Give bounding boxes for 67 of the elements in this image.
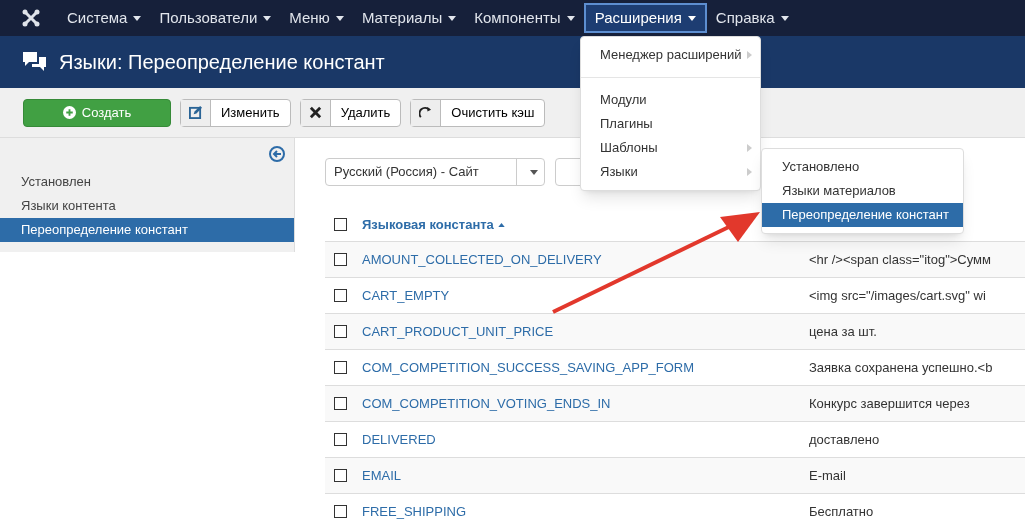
sidebar-item[interactable]: Установлен: [0, 170, 294, 194]
language-select[interactable]: Русский (Россия) - Сайт: [325, 158, 545, 186]
table-cell-text: Заявка сохранена успешно.<b: [809, 358, 993, 377]
table-cell-text: цена за шт.: [809, 322, 877, 341]
table-cell-text: Бесплатно: [809, 502, 874, 520]
row-checkbox[interactable]: [334, 469, 347, 482]
submenu-arrow-icon: [747, 168, 752, 176]
sidebar-item[interactable]: Языки контента: [0, 194, 294, 218]
caret-icon: [780, 15, 789, 21]
close-icon: [308, 106, 322, 119]
sort-up-icon: [497, 222, 505, 227]
caret-icon: [448, 15, 457, 21]
constant-link[interactable]: COM_COMPETITION_SUCCESS_SAVING_APP_FORM: [362, 357, 809, 378]
table-cell-text: <img src="/images/cart.svg" wi: [809, 286, 986, 305]
menu-item[interactable]: Языки: [581, 160, 760, 184]
refresh-icon: [419, 106, 433, 119]
toolbar-button[interactable]: Очистить кэш: [410, 98, 546, 127]
caret-icon: [133, 15, 142, 21]
caret-icon: [566, 15, 575, 21]
nav-menu-item[interactable]: Материалы: [352, 3, 466, 33]
toolbar-button[interactable]: Удалить: [299, 98, 402, 127]
nav-menu-item[interactable]: Справка: [706, 3, 798, 33]
page-title: Языки: Переопределение констант: [59, 50, 385, 75]
menu-item[interactable]: Плагины: [581, 112, 760, 136]
row-checkbox[interactable]: [334, 325, 347, 338]
menu-item[interactable]: Переопределение констант: [762, 203, 963, 227]
row-checkbox[interactable]: [334, 253, 347, 266]
nav-menu-item[interactable]: Система: [58, 3, 151, 33]
constant-link[interactable]: COM_COMPETITION_VOTING_ENDS_IN: [362, 393, 809, 414]
caret-icon: [335, 15, 344, 21]
caret-icon: [263, 15, 272, 21]
plus-circle-icon: [62, 106, 76, 119]
constant-link[interactable]: CART_EMPTY: [362, 285, 809, 306]
column-header[interactable]: Языковая константа: [362, 214, 494, 235]
nav-menu-item[interactable]: Меню: [280, 3, 353, 33]
nav-menu-item[interactable]: Пользователи: [150, 3, 281, 33]
nav-menu-item[interactable]: Компоненты: [465, 3, 584, 33]
caret-icon: [529, 169, 538, 175]
joomla-logo-icon: [22, 9, 40, 27]
constant-link[interactable]: AMOUNT_COLLECTED_ON_DELIVERY: [362, 249, 809, 270]
row-checkbox[interactable]: [334, 397, 347, 410]
menu-item[interactable]: Шаблоны: [581, 136, 760, 160]
menu-item[interactable]: Модули: [581, 88, 760, 112]
menu-item[interactable]: Языки материалов: [762, 179, 963, 203]
edit-icon: [189, 106, 202, 119]
submenu-arrow-icon: [747, 144, 752, 152]
row-checkbox[interactable]: [334, 289, 347, 302]
caret-icon: [687, 15, 696, 21]
table-cell-text: E-mail: [809, 466, 846, 485]
row-checkbox[interactable]: [334, 361, 347, 374]
chat-bubbles-icon: [22, 51, 47, 73]
row-checkbox[interactable]: [334, 433, 347, 446]
row-checkbox[interactable]: [334, 505, 347, 518]
nav-menu-item[interactable]: Расширения: [583, 3, 707, 33]
constant-link[interactable]: EMAIL: [362, 465, 809, 486]
constant-link[interactable]: DELIVERED: [362, 429, 809, 450]
menu-item[interactable]: Установлено: [762, 155, 963, 179]
submenu-arrow-icon: [747, 51, 752, 59]
menu-item[interactable]: Менеджер расширений: [581, 43, 760, 67]
sidebar-item[interactable]: Переопределение констант: [0, 218, 294, 242]
constant-link[interactable]: FREE_SHIPPING: [362, 501, 809, 520]
toolbar-button[interactable]: Изменить: [180, 98, 291, 127]
table-cell-text: доставлено: [809, 430, 880, 449]
table-cell-text: <hr /><span class="itog">Сумм: [809, 250, 991, 269]
constant-link[interactable]: CART_PRODUCT_UNIT_PRICE: [362, 321, 809, 342]
select-all-checkbox[interactable]: [334, 218, 347, 231]
table-cell-text: Конкурс завершится через: [809, 394, 970, 413]
